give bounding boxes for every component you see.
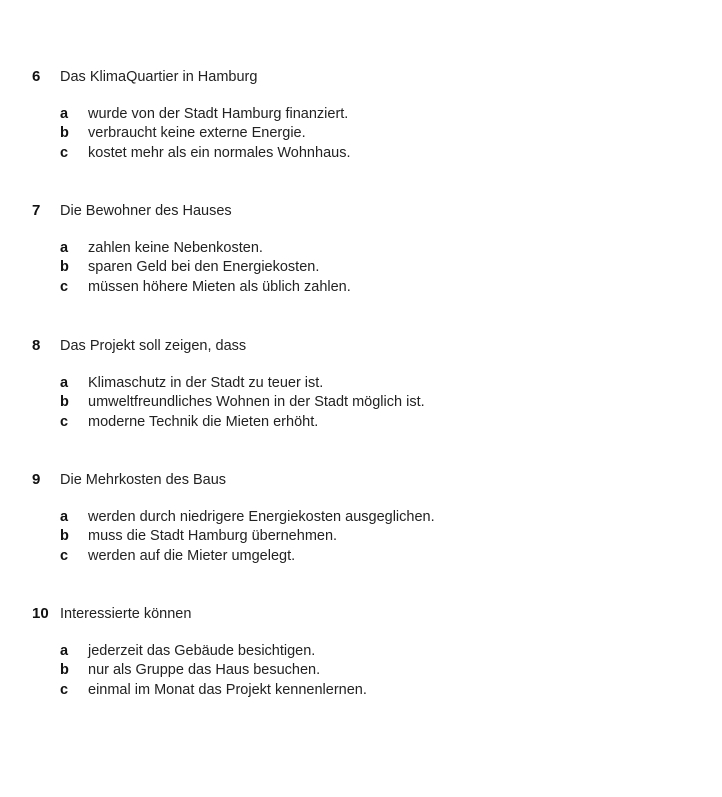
option-letter: c (60, 278, 69, 295)
option-a[interactable]: a wurde von der Stadt Hamburg finanziert… (60, 106, 672, 125)
option-b[interactable]: b nur als Gruppe das Haus besuchen. (60, 662, 672, 681)
option-text: werden auf die Mieter umgelegt. (88, 547, 296, 564)
option-a[interactable]: a Klimaschutz in der Stadt zu teuer ist. (60, 375, 672, 394)
question-prompt: Die Mehrkosten des Baus (60, 472, 227, 488)
answer-options: a zahlen keine Nebenkosten. b sparen Gel… (60, 240, 672, 298)
option-c[interactable]: c werden auf die Mieter umgelegt. (60, 548, 672, 567)
option-letter: b (60, 662, 69, 679)
question-header: 6 Das KlimaQuartier in Hamburg (32, 68, 672, 88)
option-text: kostet mehr als ein normales Wohnhaus. (88, 144, 351, 161)
question-header: 9 Die Mehrkosten des Baus (32, 471, 672, 491)
option-c[interactable]: c moderne Technik die Mieten erhöht. (60, 414, 672, 433)
question-7: 7 Die Bewohner des Hauses a zahlen keine… (32, 202, 672, 298)
option-text: Klimaschutz in der Stadt zu teuer ist. (88, 375, 324, 391)
option-letter: a (60, 106, 69, 122)
option-text: moderne Technik die Mieten erhöht. (88, 413, 319, 430)
question-prompt: Interessierte können (60, 606, 192, 622)
question-number: 10 (32, 605, 49, 622)
option-letter: b (60, 259, 69, 276)
option-a[interactable]: a jederzeit das Gebäude besichtigen. (60, 643, 672, 662)
option-text: verbraucht keine externe Energie. (88, 125, 306, 142)
option-b[interactable]: b umweltfreundliches Wohnen in der Stadt… (60, 394, 672, 413)
option-b[interactable]: b sparen Geld bei den Energiekosten. (60, 259, 672, 278)
question-number: 9 (32, 471, 41, 488)
option-text: wurde von der Stadt Hamburg finanziert. (88, 106, 349, 122)
question-number: 8 (32, 337, 41, 354)
option-c[interactable]: c müssen höhere Mieten als üblich zahlen… (60, 279, 672, 298)
option-text: zahlen keine Nebenkosten. (88, 240, 263, 256)
option-letter: a (60, 240, 69, 256)
option-text: muss die Stadt Hamburg übernehmen. (88, 528, 338, 545)
option-c[interactable]: c kostet mehr als ein normales Wohnhaus. (60, 145, 672, 164)
question-6: 6 Das KlimaQuartier in Hamburg a wurde v… (32, 68, 672, 164)
question-8: 8 Das Projekt soll zeigen, dass a Klimas… (32, 337, 672, 433)
option-letter: b (60, 394, 69, 411)
option-text: sparen Geld bei den Energiekosten. (88, 259, 320, 276)
option-text: umweltfreundliches Wohnen in der Stadt m… (88, 394, 425, 411)
answer-options: a jederzeit das Gebäude besichtigen. b n… (60, 643, 672, 701)
option-c[interactable]: c einmal im Monat das Projekt kennenlern… (60, 682, 672, 701)
option-text: werden durch niedrigere Energiekosten au… (88, 509, 435, 525)
option-b[interactable]: b muss die Stadt Hamburg übernehmen. (60, 528, 672, 547)
option-letter: a (60, 643, 69, 659)
question-9: 9 Die Mehrkosten des Baus a werden durch… (32, 471, 672, 567)
option-text: einmal im Monat das Projekt kennenlernen… (88, 681, 367, 698)
question-number: 6 (32, 68, 41, 85)
option-text: jederzeit das Gebäude besichtigen. (88, 643, 316, 659)
option-letter: b (60, 125, 69, 142)
option-letter: c (60, 547, 69, 564)
question-prompt: Die Bewohner des Hauses (60, 203, 232, 219)
answer-options: a werden durch niedrigere Energiekosten … (60, 509, 672, 567)
option-text: müssen höhere Mieten als üblich zahlen. (88, 278, 351, 295)
question-header: 10 Interessierte können (32, 605, 672, 625)
answer-options: a Klimaschutz in der Stadt zu teuer ist.… (60, 375, 672, 433)
question-header: 7 Die Bewohner des Hauses (32, 202, 672, 222)
question-number: 7 (32, 202, 41, 219)
option-letter: a (60, 509, 69, 525)
option-a[interactable]: a werden durch niedrigere Energiekosten … (60, 509, 672, 528)
answer-options: a wurde von der Stadt Hamburg finanziert… (60, 106, 672, 164)
option-a[interactable]: a zahlen keine Nebenkosten. (60, 240, 672, 259)
option-letter: c (60, 413, 69, 430)
option-letter: c (60, 681, 69, 698)
option-text: nur als Gruppe das Haus besuchen. (88, 662, 321, 679)
option-letter: a (60, 375, 69, 391)
option-b[interactable]: b verbraucht keine externe Energie. (60, 125, 672, 144)
option-letter: c (60, 144, 69, 161)
question-10: 10 Interessierte können a jederzeit das … (32, 605, 672, 701)
question-prompt: Das KlimaQuartier in Hamburg (60, 69, 258, 85)
question-header: 8 Das Projekt soll zeigen, dass (32, 337, 672, 357)
question-prompt: Das Projekt soll zeigen, dass (60, 338, 247, 354)
option-letter: b (60, 528, 69, 545)
